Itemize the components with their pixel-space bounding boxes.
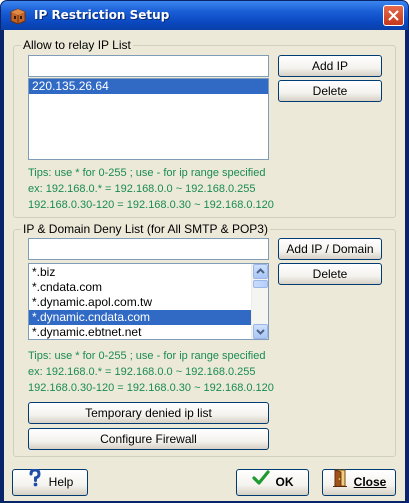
chevron-down-icon [256,329,265,335]
dialog-window: IP Restriction Setup Allow to relay IP L… [0,0,409,503]
temporary-denied-label: Temporary denied ip list [85,406,212,420]
tips-line: Tips: use * for 0-255 ; use - for ip ran… [28,167,266,179]
question-mark-icon [27,468,43,496]
deny-list-scrollbar[interactable] [251,264,268,339]
deny-input[interactable] [28,238,269,260]
door-exit-icon [332,469,348,496]
add-ip-domain-label: Add IP / Domain [286,242,374,256]
configure-firewall-label: Configure Firewall [100,432,197,446]
title-bar[interactable]: IP Restriction Setup [1,1,408,30]
list-item[interactable]: *.dynamic.cndata.com [29,310,251,325]
scroll-down-button[interactable] [253,324,268,339]
firewall-box-icon [9,7,27,25]
check-mark-icon [251,470,270,495]
configure-firewall-button[interactable]: Configure Firewall [28,428,269,450]
tips-line: 192.168.0.30-120 = 192.168.0.30 ~ 192.16… [28,382,274,394]
help-label: Help [48,475,74,489]
list-item[interactable]: *.dynamic.apol.com.tw [29,295,251,310]
list-item[interactable]: *.cndata.com [29,280,251,295]
tips-line: 192.168.0.30-120 = 192.168.0.30 ~ 192.16… [28,199,274,211]
help-button[interactable]: Help [12,468,88,496]
relay-ip-input[interactable] [28,55,269,77]
list-item[interactable]: 220.135.26.64 [29,79,268,94]
chevron-up-icon [256,268,265,274]
deny-delete-button[interactable]: Delete [278,263,382,285]
add-ip-button[interactable]: Add IP [278,55,382,77]
add-ip-label: Add IP [311,59,349,73]
dialog-client-area: Allow to relay IP List Add IP Delete 220… [4,30,405,501]
close-icon [388,10,399,21]
deny-list[interactable]: *.biz *.cndata.com *.dynamic.apol.com.tw… [28,263,269,340]
relay-ip-list[interactable]: 220.135.26.64 [28,78,269,160]
relay-group-label: Allow to relay IP List [21,38,133,52]
close-label: Close [353,475,387,489]
deny-tips: Tips: use * for 0-255 ; use - for ip ran… [28,348,274,396]
close-button[interactable]: Close [322,469,396,496]
relay-delete-label: Delete [312,84,348,98]
tips-line: ex: 192.168.0.* = 192.168.0.0 ~ 192.168.… [28,366,256,378]
tips-line: Tips: use * for 0-255 ; use - for ip ran… [28,350,266,362]
relay-delete-button[interactable]: Delete [278,80,382,102]
list-item[interactable]: *.biz [29,265,251,280]
scroll-thumb[interactable] [253,280,268,288]
add-ip-domain-button[interactable]: Add IP / Domain [278,238,382,260]
temporary-denied-list-button[interactable]: Temporary denied ip list [28,402,269,424]
window-close-button[interactable] [383,5,404,26]
ok-label: OK [275,475,294,489]
window-title: IP Restriction Setup [34,8,170,22]
list-item[interactable]: *.dynamic.ebtnet.net [29,325,251,339]
tips-line: ex: 192.168.0.* = 192.168.0.0 ~ 192.168.… [28,183,256,195]
scroll-up-button[interactable] [253,264,268,279]
relay-tips: Tips: use * for 0-255 ; use - for ip ran… [28,165,274,213]
ok-button[interactable]: OK [236,469,309,496]
deny-group-label: IP & Domain Deny List (for All SMTP & PO… [21,222,270,236]
deny-delete-label: Delete [312,267,348,281]
